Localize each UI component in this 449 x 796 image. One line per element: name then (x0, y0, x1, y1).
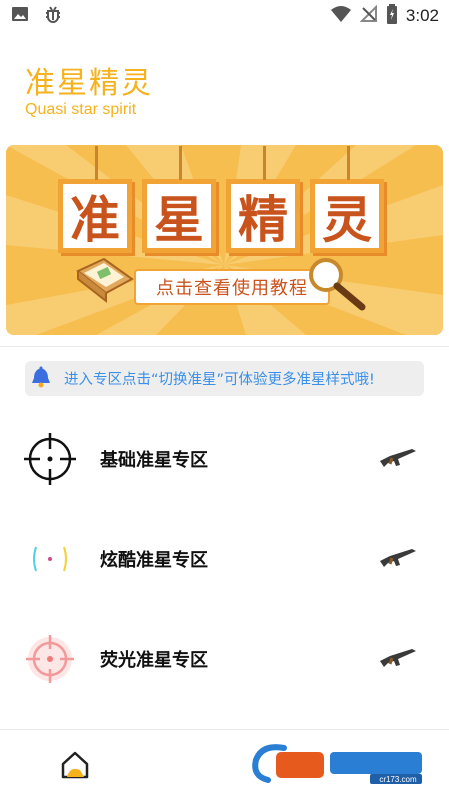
notice-text: 进入专区点击“切换准星”可体验更多准星样式哦! (64, 372, 375, 388)
tutorial-banner[interactable]: 准 星 精 灵 点击查看使用教程 (6, 145, 443, 335)
watermark-text: cr173.com (379, 775, 417, 784)
banner-tile: 精 (226, 146, 300, 253)
watermark-logo: cr173.com (250, 740, 430, 786)
rifle-icon (378, 645, 418, 675)
signal-off-icon (359, 4, 378, 27)
status-bar: 3:02 (0, 0, 449, 32)
crosshair-basic-icon (22, 431, 78, 487)
image-icon (10, 4, 30, 28)
bottom-nav: cr173.com (0, 729, 449, 796)
crosshair-glow-icon (22, 631, 78, 687)
zone-label: 荧光准星专区 (100, 650, 208, 671)
clock: 3:02 (405, 6, 439, 25)
battery-icon (386, 4, 398, 28)
home-icon[interactable] (58, 748, 92, 782)
notice-bar: 进入专区点击“切换准星”可体验更多准星样式哦! (25, 361, 424, 396)
banner-tile: 准 (58, 146, 132, 253)
banner-tile: 灵 (310, 146, 384, 253)
zone-label: 炫酷准星专区 (100, 550, 208, 571)
app-subtitle: Quasi star spirit (25, 101, 137, 118)
rifle-icon (378, 545, 418, 575)
zone-glow[interactable]: 荧光准星专区 (0, 621, 449, 701)
banner-tile: 星 (142, 146, 216, 253)
zone-basic[interactable]: 基础准星专区 (0, 421, 449, 501)
zone-cool[interactable]: 炫酷准星专区 (0, 521, 449, 601)
wifi-icon (330, 5, 352, 27)
zone-label: 基础准星专区 (100, 450, 208, 471)
bell-icon (30, 366, 52, 392)
banner-ribbon: 点击查看使用教程 (134, 269, 330, 305)
bug-icon (42, 3, 64, 29)
section-divider (0, 346, 449, 347)
app-title: 准星精灵 (25, 66, 153, 101)
crosshair-cool-icon (22, 531, 78, 587)
rifle-icon (378, 445, 418, 475)
